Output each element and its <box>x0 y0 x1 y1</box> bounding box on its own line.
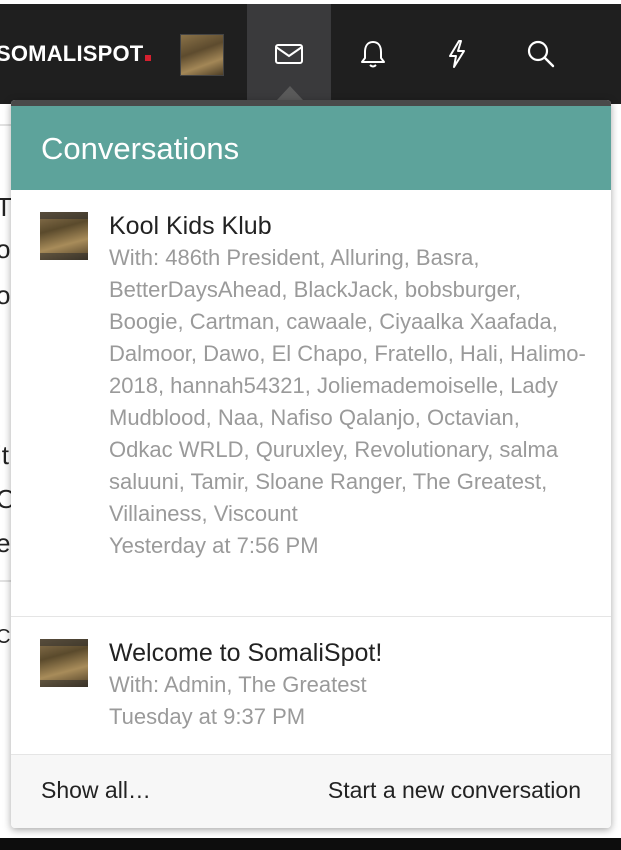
avatar-caption-top <box>40 212 88 219</box>
envelope-icon <box>275 44 303 64</box>
background-text-fragment: it <box>0 440 9 470</box>
background-text-fragment: e <box>0 528 11 558</box>
avatar-caption-bottom <box>40 680 88 687</box>
conversation-timestamp: Tuesday at 9:37 PM <box>109 704 306 729</box>
conversations-footer: Show all… Start a new conversation <box>11 754 611 828</box>
conversations-header: Conversations <box>11 106 611 190</box>
avatar-caption-bottom <box>40 253 88 260</box>
conversations-dropdown: Conversations Kool Kids Klub With: 486th… <box>11 100 611 828</box>
background-text-fragment: o <box>0 234 11 264</box>
site-logo[interactable]: SOMALISPOT <box>0 38 152 70</box>
user-avatar[interactable] <box>180 34 224 76</box>
dropdown-caret <box>277 86 303 100</box>
conversation-body: Kool Kids Klub With: 486th President, Al… <box>109 210 587 562</box>
background-text-fragment: o <box>0 280 11 310</box>
conversation-avatar[interactable] <box>40 212 88 260</box>
conversation-title[interactable]: Kool Kids Klub <box>109 210 587 242</box>
avatar-caption-top <box>40 639 88 646</box>
search-button[interactable] <box>499 4 583 104</box>
conversation-item[interactable]: Kool Kids Klub With: 486th President, Al… <box>11 190 611 617</box>
background-page-bottom-edge <box>0 838 621 850</box>
logo-dot <box>145 55 152 61</box>
conversation-participants: With: 486th President, Alluring, Basra, … <box>109 245 586 526</box>
alerts-button[interactable] <box>331 4 415 104</box>
lightning-icon <box>449 40 465 68</box>
start-new-conversation-link[interactable]: Start a new conversation <box>328 777 581 804</box>
background-text-fragment: C <box>0 626 11 648</box>
search-icon <box>527 40 555 68</box>
conversation-timestamp: Yesterday at 7:56 PM <box>109 533 319 558</box>
top-navigation-bar: SOMALISPOT <box>0 0 621 104</box>
conversation-avatar[interactable] <box>40 639 88 687</box>
conversation-title[interactable]: Welcome to SomaliSpot! <box>109 637 587 669</box>
background-page-right-edge <box>611 104 621 850</box>
conversation-participants: With: Admin, The Greatest <box>109 672 367 697</box>
show-all-link[interactable]: Show all… <box>41 777 151 804</box>
conversation-body: Welcome to SomaliSpot! With: Admin, The … <box>109 637 587 733</box>
bell-icon <box>361 41 385 68</box>
logo-text: SOMALISPOT <box>0 41 144 66</box>
whats-new-button[interactable] <box>415 4 499 104</box>
conversation-item[interactable]: Welcome to SomaliSpot! With: Admin, The … <box>11 617 611 754</box>
